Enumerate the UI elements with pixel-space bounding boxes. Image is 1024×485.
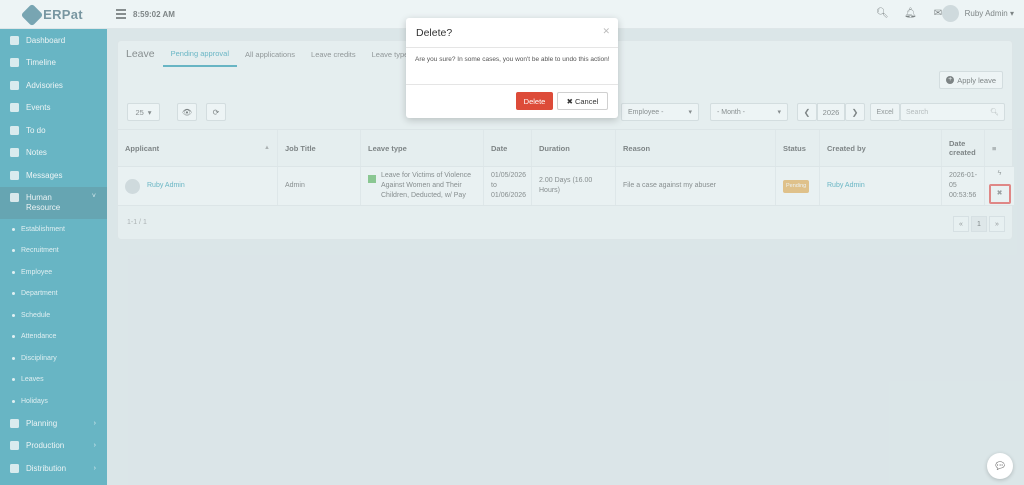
divider bbox=[406, 47, 618, 48]
chat-icon[interactable]: 💬︎ bbox=[987, 453, 1013, 479]
dialog-message: Are you sure? In some cases, you won't b… bbox=[415, 56, 610, 63]
divider bbox=[406, 84, 618, 85]
cancel-label: Cancel bbox=[574, 96, 599, 106]
close-icon[interactable]: ✕ bbox=[602, 26, 610, 37]
cancel-button[interactable]: ✖ Cancel bbox=[557, 92, 608, 110]
dialog-title: Delete? bbox=[416, 27, 453, 39]
x-icon: ✖ bbox=[566, 96, 573, 106]
delete-button[interactable]: Delete bbox=[516, 92, 553, 110]
delete-dialog: Delete? ✕ Are you sure? In some cases, y… bbox=[406, 18, 618, 118]
